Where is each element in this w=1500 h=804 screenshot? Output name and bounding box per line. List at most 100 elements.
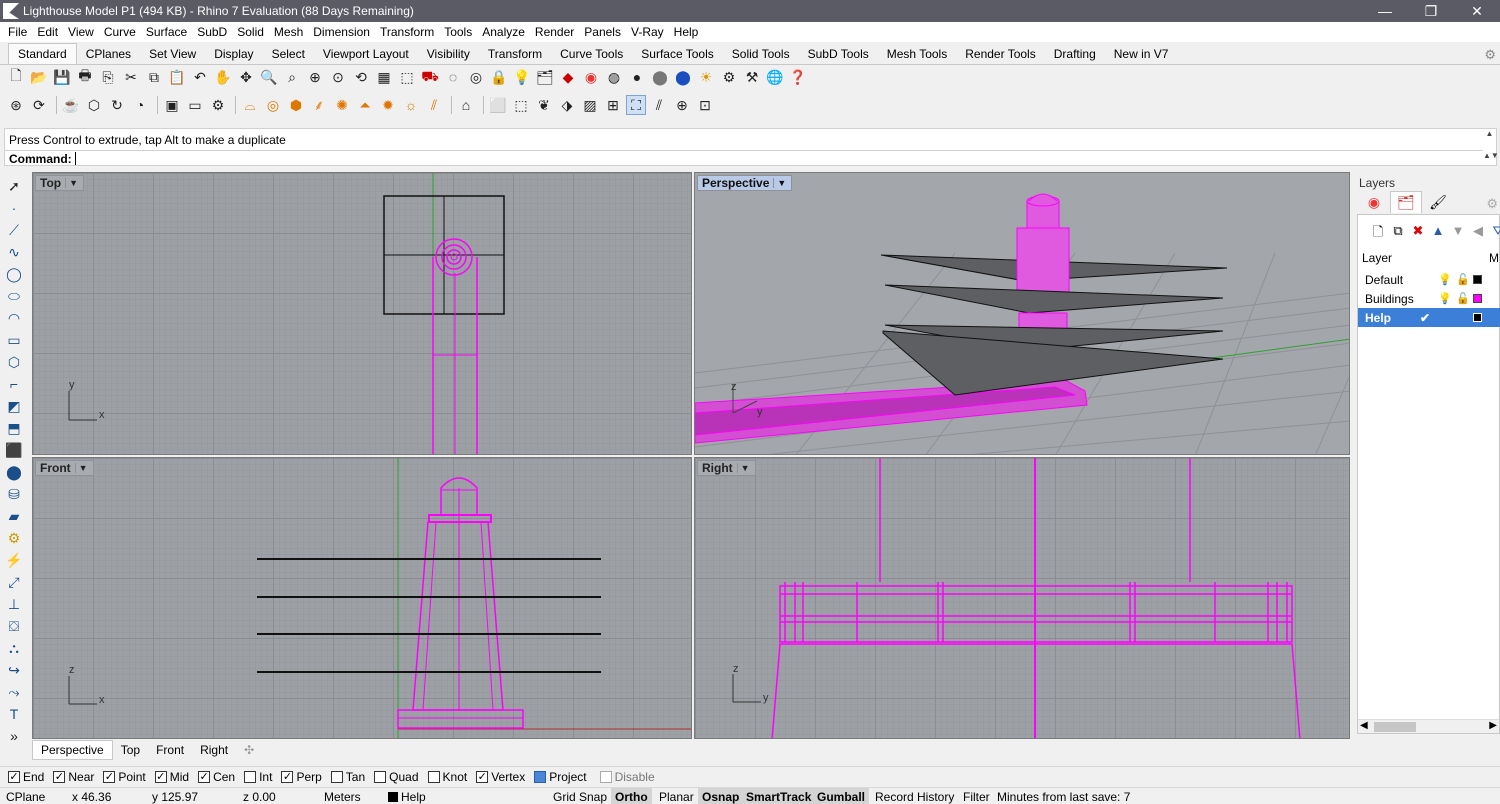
tab-cplanes[interactable]: CPlanes: [77, 44, 140, 64]
cplane-indicator[interactable]: CPlane: [6, 790, 45, 804]
material-icon[interactable]: ◆: [558, 67, 578, 87]
move-left-icon[interactable]: ◀: [1468, 223, 1488, 245]
box-edit-icon[interactable]: ⬚: [511, 95, 531, 115]
light-bulb-icon[interactable]: 💡: [1438, 292, 1452, 305]
units-indicator[interactable]: Meters: [324, 790, 361, 804]
rendered-sphere-icon[interactable]: ⬤: [650, 67, 670, 87]
cone-icon[interactable]: ⏶: [355, 95, 375, 115]
select-arrow-icon[interactable]: ➚: [0, 175, 28, 197]
surface-icon[interactable]: ◩: [0, 395, 28, 417]
paste-icon[interactable]: 📋: [167, 67, 187, 87]
more-tools-icon[interactable]: »: [0, 725, 28, 747]
viewport-perspective[interactable]: Perspective ▼ z y: [694, 172, 1350, 455]
car-icon[interactable]: ⛟: [420, 67, 440, 87]
color-wheel-icon[interactable]: ◉: [581, 67, 601, 87]
planar-toggle[interactable]: Planar: [655, 788, 698, 804]
lightning-icon[interactable]: ⚡: [0, 549, 28, 571]
light-bulb-icon[interactable]: 💡: [512, 67, 532, 87]
menu-analyze[interactable]: Analyze: [477, 25, 530, 39]
curve-icon[interactable]: ∿: [0, 241, 28, 263]
menu-panels[interactable]: Panels: [579, 25, 626, 39]
layers-hscrollbar[interactable]: ◀ ▶: [1358, 719, 1499, 733]
viewport-top[interactable]: Top ▼ y x: [32, 172, 692, 455]
osnap-icon[interactable]: ⊛: [6, 95, 26, 115]
osnap-knot[interactable]: Knot: [427, 770, 467, 784]
minimize-icon[interactable]: —: [1362, 0, 1408, 22]
add-viewport-tab-icon[interactable]: ✣: [236, 741, 262, 759]
menu-help[interactable]: Help: [669, 25, 704, 39]
chevron-down-icon[interactable]: ▼: [773, 178, 789, 188]
four-viewports-icon[interactable]: ▦: [374, 67, 394, 87]
sun-light-icon[interactable]: ☼: [401, 95, 421, 115]
osnap-project[interactable]: Project: [534, 770, 587, 784]
tab-display[interactable]: Display: [205, 44, 262, 64]
tab-mesh-tools[interactable]: Mesh Tools: [878, 44, 956, 64]
panel-settings-icon[interactable]: ⚙: [1486, 196, 1498, 212]
move-down-icon[interactable]: ▼: [1448, 223, 1468, 245]
select-all-icon[interactable]: ⬚: [397, 67, 417, 87]
osnap-cen[interactable]: ✓ Cen: [198, 770, 235, 784]
rectangle-icon[interactable]: ▭: [185, 95, 205, 115]
vptab-front[interactable]: Front: [148, 741, 192, 759]
circle-icon[interactable]: ◯: [0, 263, 28, 285]
new-file-icon[interactable]: 🗋: [6, 67, 26, 87]
gear-spin-icon[interactable]: ✹: [378, 95, 398, 115]
hide-icon[interactable]: ◌: [443, 67, 463, 87]
filter-icon[interactable]: ⛛: [1488, 223, 1500, 245]
menu-edit[interactable]: Edit: [32, 25, 63, 39]
menu-subd[interactable]: SubD: [192, 25, 232, 39]
tab-visibility[interactable]: Visibility: [418, 44, 479, 64]
tab-new-in-v7[interactable]: New in V7: [1105, 44, 1178, 64]
align-icon[interactable]: ⊥: [0, 593, 28, 615]
filter-toggle[interactable]: Filter: [959, 788, 994, 804]
unlock-icon[interactable]: 🔓: [1456, 273, 1470, 286]
ortho-toggle[interactable]: Ortho: [611, 788, 652, 804]
teapot-icon[interactable]: ☕: [61, 95, 81, 115]
grid-array-icon[interactable]: ⊞: [603, 95, 623, 115]
tab-viewport-layout[interactable]: Viewport Layout: [314, 44, 418, 64]
layer-color-swatch[interactable]: [1473, 275, 1482, 284]
hook-icon[interactable]: ↪: [0, 659, 28, 681]
layers-tab-icon[interactable]: 🗂: [1390, 191, 1422, 213]
osnap-vertex[interactable]: ✓ Vertex: [476, 770, 525, 784]
mesh-plane-icon[interactable]: ▰: [0, 505, 28, 527]
tab-set-view[interactable]: Set View: [140, 44, 205, 64]
tab-transform[interactable]: Transform: [479, 44, 551, 64]
osnap-tan[interactable]: Tan: [330, 770, 365, 784]
tab-curve-tools[interactable]: Curve Tools: [551, 44, 632, 64]
history-icon[interactable]: ⟳: [29, 95, 49, 115]
brush-tab-icon[interactable]: 🖌: [1422, 191, 1454, 213]
mesh-icon[interactable]: ⬢: [286, 95, 306, 115]
grid-snap-toggle[interactable]: Grid Snap: [549, 788, 611, 804]
viewport-front[interactable]: Front ▼ z x: [32, 457, 692, 739]
wireframe-sphere-icon[interactable]: ◍: [604, 67, 624, 87]
vptab-top[interactable]: Top: [113, 741, 148, 759]
new-sublayer-icon[interactable]: ⧉: [1388, 223, 1408, 245]
object-properties-icon[interactable]: ⬡: [84, 95, 104, 115]
move-icon[interactable]: ⤢: [0, 571, 28, 593]
tab-render-tools[interactable]: Render Tools: [956, 44, 1045, 64]
viewport-perspective-label[interactable]: Perspective ▼: [697, 175, 793, 191]
plant-icon[interactable]: ❦: [534, 95, 554, 115]
analyze-icon[interactable]: ◔: [130, 95, 150, 115]
layer-row-help[interactable]: Help ✔: [1358, 308, 1500, 327]
dimension-icon[interactable]: ⤳: [0, 681, 28, 703]
menu-vray[interactable]: V-Ray: [626, 25, 669, 39]
cylinder-icon[interactable]: ⛁: [0, 483, 28, 505]
array-icon[interactable]: ⫽: [424, 95, 444, 115]
slash-lines-icon[interactable]: ⫽: [649, 95, 669, 115]
print-icon[interactable]: 🖶: [75, 67, 95, 87]
save-icon[interactable]: 💾: [52, 67, 72, 87]
vptab-perspective[interactable]: Perspective: [32, 740, 113, 760]
options-icon[interactable]: ⚙: [719, 67, 739, 87]
record-history-toggle[interactable]: Record History: [871, 788, 958, 804]
target-icon[interactable]: ⊕: [672, 95, 692, 115]
scroll-thumb[interactable]: [1374, 722, 1416, 732]
osnap-toggle[interactable]: Osnap: [698, 788, 744, 804]
menu-transform[interactable]: Transform: [375, 25, 439, 39]
import-icon[interactable]: ⎘: [98, 67, 118, 87]
move-up-icon[interactable]: ▲: [1428, 223, 1448, 245]
cut-icon[interactable]: ✂: [121, 67, 141, 87]
menu-mesh[interactable]: Mesh: [269, 25, 308, 39]
lock-icon[interactable]: 🔒: [489, 67, 509, 87]
